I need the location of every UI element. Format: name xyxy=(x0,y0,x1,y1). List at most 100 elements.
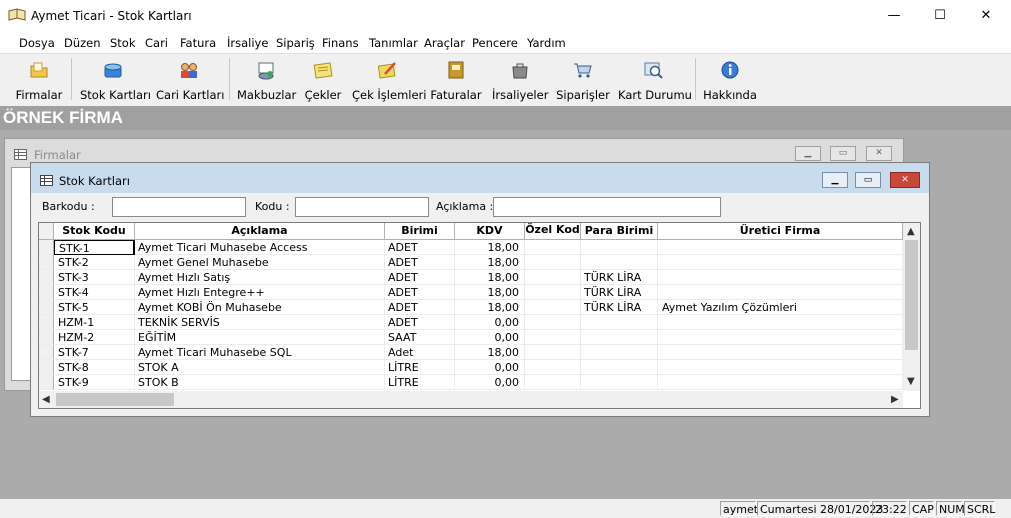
row-indicator[interactable] xyxy=(39,240,54,255)
cell-aciklama[interactable]: STOK B xyxy=(135,375,385,390)
cell-para-birimi[interactable] xyxy=(581,330,658,345)
cell-stok-kodu[interactable]: STK-2 xyxy=(54,255,135,270)
col-header-ozel-kod[interactable]: Özel Kod xyxy=(525,223,581,240)
cell-kdv[interactable]: 18,00 xyxy=(455,345,525,360)
scroll-down-arrow-icon[interactable]: ▼ xyxy=(907,376,915,387)
cell-birimi[interactable]: ADET xyxy=(385,270,455,285)
cell-uretici-firma[interactable] xyxy=(658,240,903,255)
cell-ozel-kod[interactable] xyxy=(525,285,581,300)
cell-para-birimi[interactable] xyxy=(581,360,658,375)
cell-uretici-firma[interactable] xyxy=(658,270,903,285)
firmalar-maximize-button[interactable]: ▭ xyxy=(830,146,856,161)
cell-birimi[interactable]: ADET xyxy=(385,240,455,255)
cell-kdv[interactable]: 18,00 xyxy=(455,300,525,315)
stok-window-titlebar[interactable] xyxy=(31,163,929,193)
toolbar-faturalar-button[interactable]: Faturalar xyxy=(430,55,482,103)
cell-kdv[interactable]: 18,00 xyxy=(455,270,525,285)
col-header-kdv[interactable]: KDV xyxy=(455,223,525,240)
close-button[interactable]: ✕ xyxy=(963,0,1009,31)
row-indicator[interactable] xyxy=(39,300,54,315)
cell-para-birimi[interactable]: TÜRK LİRA xyxy=(581,285,658,300)
cell-birimi[interactable]: ADET xyxy=(385,285,455,300)
menu-yardim[interactable]: Yardım xyxy=(527,36,566,50)
row-indicator[interactable] xyxy=(39,270,54,285)
cell-aciklama[interactable]: TEKNİK SERVİS xyxy=(135,315,385,330)
cell-birimi[interactable]: LİTRE xyxy=(385,375,455,390)
toolbar-firmalar-button[interactable]: Firmalar xyxy=(10,55,68,103)
cell-ozel-kod[interactable] xyxy=(525,240,581,255)
barkod-input[interactable] xyxy=(112,197,246,217)
cell-ozel-kod[interactable] xyxy=(525,345,581,360)
cell-ozel-kod[interactable] xyxy=(525,300,581,315)
cell-aciklama[interactable]: Aymet Ticari Muhasebe Access xyxy=(135,240,385,255)
menu-irsaliye[interactable]: İrsaliye xyxy=(227,36,268,50)
cell-uretici-firma[interactable] xyxy=(658,375,903,390)
cell-ozel-kod[interactable] xyxy=(525,330,581,345)
cell-birimi[interactable]: SAAT xyxy=(385,330,455,345)
stok-minimize-button[interactable]: ▁ xyxy=(822,172,848,188)
cell-stok-kodu[interactable]: STK-8 xyxy=(54,360,135,375)
menu-siparis[interactable]: Sipariş xyxy=(276,36,315,50)
cell-kdv[interactable]: 0,00 xyxy=(455,360,525,375)
cell-uretici-firma[interactable]: Aymet Yazılım Çözümleri xyxy=(658,300,903,315)
menu-tanimlar[interactable]: Tanımlar xyxy=(369,36,418,50)
scroll-up-arrow-icon[interactable]: ▲ xyxy=(907,226,915,237)
col-header-stok-kodu[interactable]: Stok Kodu xyxy=(54,223,135,240)
toolbar-siparisler-button[interactable]: Siparişler xyxy=(556,55,610,103)
cell-aciklama[interactable]: Aymet Ticari Muhasebe SQL xyxy=(135,345,385,360)
cell-aciklama[interactable]: EĞİTİM xyxy=(135,330,385,345)
cell-birimi[interactable]: ADET xyxy=(385,300,455,315)
cell-uretici-firma[interactable] xyxy=(658,360,903,375)
cell-aciklama[interactable]: STOK A xyxy=(135,360,385,375)
cell-kdv[interactable]: 0,00 xyxy=(455,375,525,390)
scroll-right-arrow-icon[interactable]: ▶ xyxy=(891,394,899,405)
cell-uretici-firma[interactable] xyxy=(658,255,903,270)
cell-stok-kodu[interactable]: HZM-2 xyxy=(54,330,135,345)
cell-para-birimi[interactable]: TÜRK LİRA xyxy=(581,300,658,315)
cell-stok-kodu[interactable]: STK-1 xyxy=(54,240,135,255)
stok-maximize-button[interactable]: ▭ xyxy=(855,172,881,188)
cell-kdv[interactable]: 0,00 xyxy=(455,315,525,330)
cell-aciklama[interactable]: Aymet KOBİ Ön Muhasebe xyxy=(135,300,385,315)
cell-kdv[interactable]: 18,00 xyxy=(455,240,525,255)
toolbar-hakkinda-button[interactable]: Hakkında xyxy=(703,55,757,103)
cell-ozel-kod[interactable] xyxy=(525,255,581,270)
toolbar-cek-islemleri-button[interactable]: Çek İşlemleri xyxy=(352,55,426,103)
cell-stok-kodu[interactable]: STK-3 xyxy=(54,270,135,285)
cell-kdv[interactable]: 0,00 xyxy=(455,330,525,345)
row-indicator[interactable] xyxy=(39,345,54,360)
col-header-para-birimi[interactable]: Para Birimi xyxy=(581,223,658,240)
row-indicator[interactable] xyxy=(39,315,54,330)
cell-stok-kodu[interactable]: STK-4 xyxy=(54,285,135,300)
stok-close-button[interactable]: ✕ xyxy=(890,172,920,188)
cell-para-birimi[interactable] xyxy=(581,345,658,360)
cell-uretici-firma[interactable] xyxy=(658,345,903,360)
firmalar-minimize-button[interactable]: ▁ xyxy=(795,146,821,161)
kod-input[interactable] xyxy=(295,197,429,217)
cell-uretici-firma[interactable] xyxy=(658,330,903,345)
menu-araclar[interactable]: Araçlar xyxy=(424,36,465,50)
firmalar-close-button[interactable]: ✕ xyxy=(866,146,892,161)
menu-finans[interactable]: Finans xyxy=(322,36,359,50)
cell-birimi[interactable]: ADET xyxy=(385,315,455,330)
cell-uretici-firma[interactable] xyxy=(658,315,903,330)
toolbar-irsaliyeler-button[interactable]: İrsaliyeler xyxy=(492,55,548,103)
cell-ozel-kod[interactable] xyxy=(525,315,581,330)
toolbar-cekler-button[interactable]: Çekler xyxy=(303,55,343,103)
cell-stok-kodu[interactable]: STK-5 xyxy=(54,300,135,315)
row-indicator[interactable] xyxy=(39,255,54,270)
maximize-button[interactable]: ☐ xyxy=(917,0,963,31)
cell-kdv[interactable]: 18,00 xyxy=(455,285,525,300)
minimize-button[interactable]: — xyxy=(871,0,917,31)
menu-fatura[interactable]: Fatura xyxy=(180,36,216,50)
cell-aciklama[interactable]: Aymet Genel Muhasebe xyxy=(135,255,385,270)
cell-para-birimi[interactable] xyxy=(581,315,658,330)
cell-stok-kodu[interactable]: HZM-1 xyxy=(54,315,135,330)
cell-birimi[interactable]: Adet xyxy=(385,345,455,360)
cell-para-birimi[interactable] xyxy=(581,255,658,270)
toolbar-makbuzlar-button[interactable]: Makbuzlar xyxy=(237,55,296,103)
toolbar-stok-kartlari-button[interactable]: Stok Kartları xyxy=(80,55,151,103)
cell-aciklama[interactable]: Aymet Hızlı Satış xyxy=(135,270,385,285)
cell-aciklama[interactable]: Aymet Hızlı Entegre++ xyxy=(135,285,385,300)
col-header-uretici-firma[interactable]: Üretici Firma xyxy=(658,223,903,240)
